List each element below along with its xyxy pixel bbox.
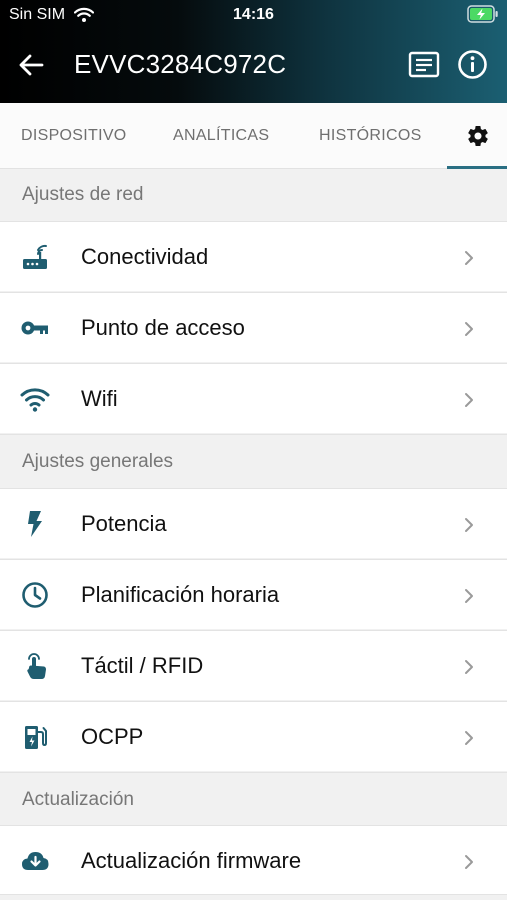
section-header-general: Ajustes generales (0, 434, 507, 488)
row-label: Punto de acceso (81, 315, 245, 340)
settings-row-conectividad[interactable]: Conectividad (0, 221, 507, 291)
row-label: Conectividad (81, 244, 209, 269)
section-header-update: Actualización (0, 772, 507, 825)
row-label: Potencia (81, 511, 167, 536)
status-bar: Sin SIM 14:16 (0, 0, 507, 30)
device-title: EVVC3284C972C (74, 49, 287, 79)
settings-row-planificacion-horaria[interactable]: Planificación horaria (0, 559, 507, 629)
notes-icon[interactable] (408, 50, 440, 80)
section-title: Ajustes generales (22, 451, 174, 472)
section-title: Ajustes de red (22, 184, 144, 205)
settings-row-punto-de-acceso[interactable]: Punto de acceso (0, 292, 507, 362)
app-header: Sin SIM 14:16 EVVC3284C972C (0, 0, 507, 103)
gear-icon (468, 126, 488, 146)
settings-row-ocpp[interactable]: OCPP (0, 701, 507, 771)
clock-icon (22, 582, 48, 608)
chevron-right-icon (465, 589, 473, 603)
settings-row-potencia[interactable]: Potencia (0, 488, 507, 558)
key-icon (21, 321, 48, 335)
row-label: Wifi (81, 386, 118, 411)
chevron-right-icon (465, 393, 473, 407)
lightning-icon (28, 511, 42, 537)
chevron-right-icon (465, 731, 473, 745)
tab-dispositivo[interactable]: DISPOSITIVO (21, 127, 127, 145)
tab-bar: DISPOSITIVO ANALÍTICAS HISTÓRICOS (0, 103, 507, 169)
row-label: Táctil / RFID (81, 653, 204, 678)
settings-row-actualizacion-firmware[interactable]: Actualización firmware (0, 825, 507, 895)
chevron-right-icon (465, 855, 473, 869)
status-time: 14:16 (233, 6, 274, 23)
tab-historicos[interactable]: HISTÓRICOS (319, 127, 422, 145)
tab-settings[interactable] (447, 103, 507, 169)
row-label: OCPP (81, 724, 144, 749)
battery-charging-icon (467, 5, 498, 23)
cloud-download-icon (22, 852, 49, 870)
info-icon[interactable] (457, 49, 488, 80)
touch-icon (27, 653, 46, 679)
wifi-icon (20, 388, 50, 412)
charging-station-icon (25, 726, 47, 749)
chevron-right-icon (465, 660, 473, 674)
row-label: Planificación horaria (81, 582, 280, 607)
chevron-right-icon (465, 322, 473, 336)
chevron-right-icon (465, 518, 473, 532)
row-label: Actualización firmware (81, 848, 302, 873)
back-arrow-icon[interactable] (18, 52, 44, 78)
settings-row-wifi[interactable]: Wifi (0, 363, 507, 433)
chevron-right-icon (465, 251, 473, 265)
section-title: Actualización (22, 789, 134, 810)
settings-row-tactil-rfid[interactable]: Táctil / RFID (0, 630, 507, 700)
section-header-network: Ajustes de red (0, 169, 507, 221)
tab-analiticas[interactable]: ANALÍTICAS (173, 127, 269, 145)
router-icon (23, 244, 47, 269)
